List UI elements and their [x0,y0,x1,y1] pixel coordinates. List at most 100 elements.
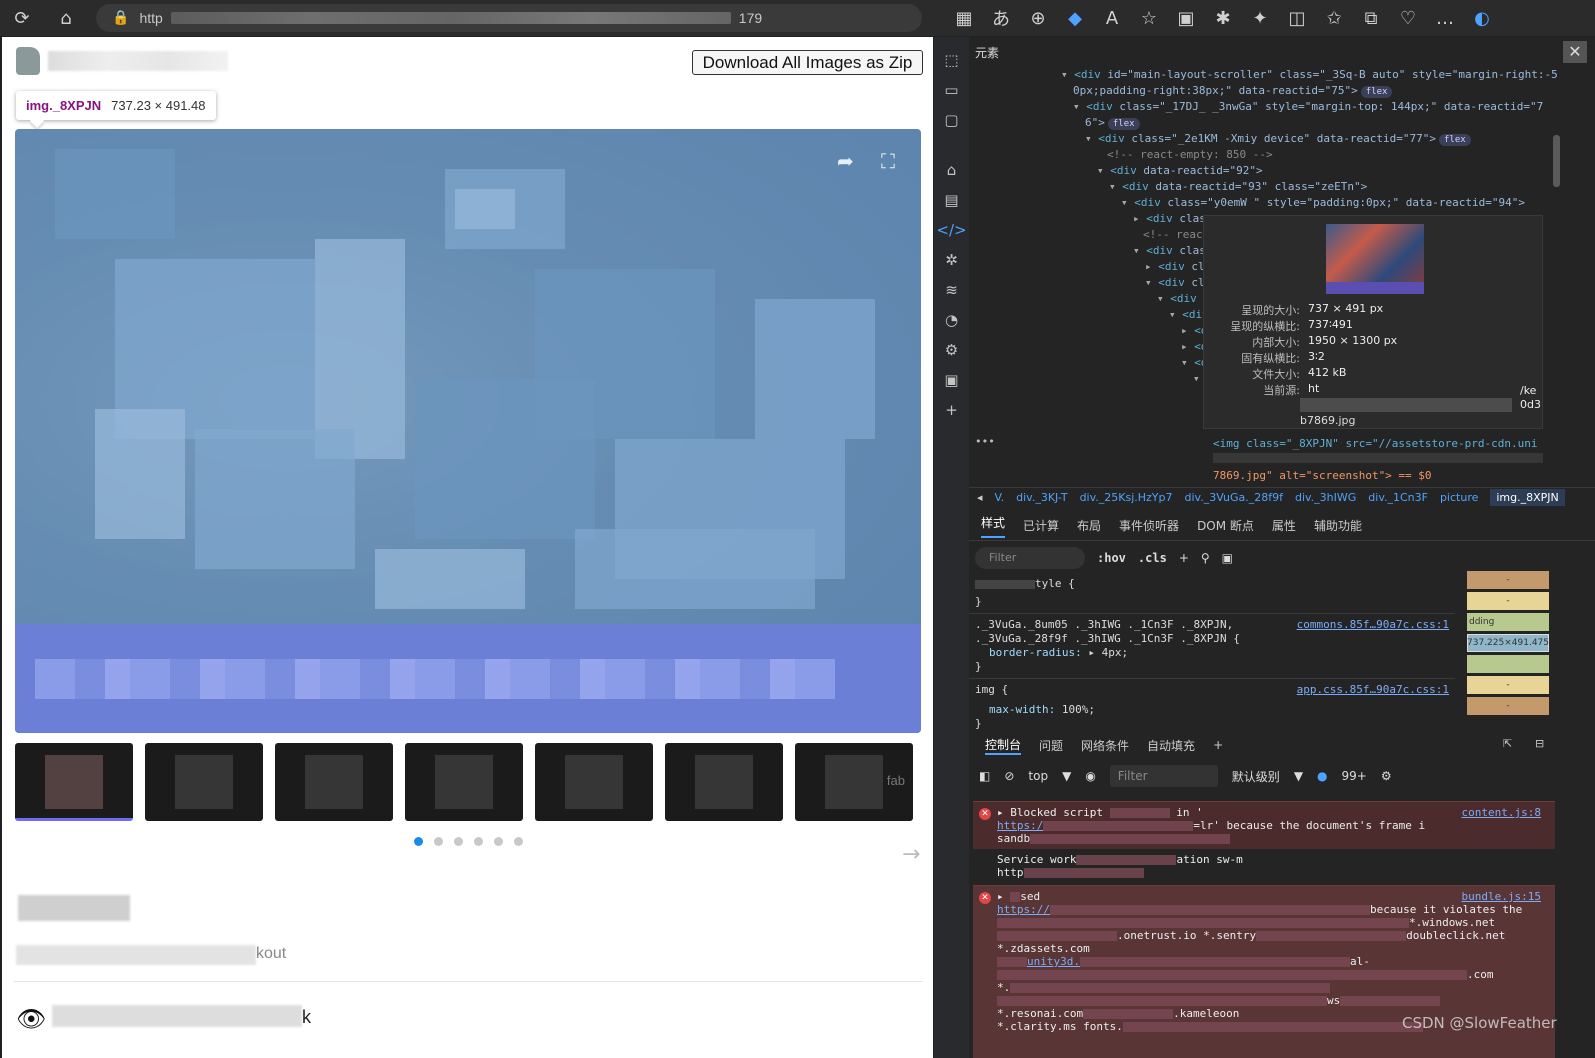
sources-bug-icon[interactable]: ✲ [945,251,958,273]
thumbnail[interactable] [15,743,133,821]
share-icon[interactable]: ➦ [837,149,854,173]
elements-icon[interactable]: </> [936,221,966,243]
thumbnail[interactable] [665,743,783,821]
clear-console-icon[interactable]: ⊘ [1004,769,1014,783]
error-link[interactable]: https:/ [997,819,1043,832]
context-select[interactable]: top [1028,769,1048,783]
refresh-icon[interactable]: ⟳ [8,4,36,32]
performance-icon[interactable]: ◔ [945,311,958,333]
download-zip-button[interactable]: Download All Images as Zip [692,50,923,75]
network-icon[interactable]: ≋ [945,281,958,303]
rule2-prop[interactable]: border-radius: [989,646,1082,659]
breadcrumb-item[interactable]: img._8XPJN [1490,489,1565,506]
carousel-dot[interactable] [494,837,503,846]
rule2-value[interactable]: ▸ 4px; [1088,646,1128,659]
close-icon[interactable]: ✕ [1563,41,1587,63]
context-dropdown-icon[interactable]: ▼ [1062,769,1071,783]
breadcrumb-item[interactable]: div._1Cn3F [1368,491,1428,504]
bug-icon[interactable]: ✱ [1209,4,1237,32]
selected-img-line[interactable]: <img class="_8XPJN" src="//assetstore-pr… [1213,437,1538,450]
cls-toggle[interactable]: .cls [1138,551,1167,565]
styles-tab[interactable]: 属性 [1272,517,1296,534]
grid-icon[interactable]: ▦ [950,4,978,32]
read-aloud-icon[interactable]: A [1098,4,1126,32]
console-error[interactable]: ✕ content.js:8 ▸ Blocked script in ' htt… [973,801,1555,849]
dom-node[interactable]: 6"> flex [969,115,1559,131]
thumbnail[interactable] [535,743,653,821]
log-level-select[interactable]: 默认级别 [1232,768,1280,785]
breadcrumb-item[interactable]: picture [1440,491,1478,504]
sidebar-icon[interactable]: ◧ [979,769,990,783]
eye-filter-icon[interactable]: ◉ [1085,769,1095,783]
thumbnail[interactable] [405,743,523,821]
dom-node[interactable]: ▾ <div data-reactid="93" class="zeETn"> [969,179,1559,195]
device-icon[interactable]: ▭ [944,81,958,103]
add-tab-icon[interactable]: + [1213,738,1223,752]
dom-node[interactable]: 0px;padding-right:38px;" data-reactid="7… [969,83,1559,99]
issues-count[interactable]: 99+ [1342,769,1367,783]
styles-tab[interactable]: 已计算 [1023,517,1059,534]
breadcrumb-item[interactable]: div._3VuGa._28f9f [1185,491,1283,504]
ellipsis-icon[interactable]: ••• [975,435,995,448]
site-logo[interactable] [16,47,40,75]
dom-node[interactable]: ▾ <div class="_17DJ_ _3nwGa" style="marg… [969,99,1559,115]
console-settings-icon[interactable]: ⚙ [1381,769,1392,783]
sidebar-toggle-icon[interactable]: ▣ [1222,551,1233,565]
main-screenshot-image[interactable]: ➦ ⛶ [15,129,921,733]
console-tab[interactable]: 自动填充 [1147,737,1195,754]
next-arrow-icon[interactable]: → [902,842,920,867]
collections-icon[interactable]: ⧉ [1357,4,1385,32]
carousel-dot[interactable] [514,837,523,846]
dock-icon[interactable]: ⇱ [1503,737,1512,750]
message-link[interactable]: http [997,866,1024,879]
puzzle-icon[interactable]: ✦ [1246,4,1274,32]
hov-toggle[interactable]: :hov [1097,551,1126,565]
flex-badge[interactable]: flex [1107,118,1140,130]
thumbnail[interactable] [145,743,263,821]
heart-icon[interactable]: ♡ [1394,4,1422,32]
styles-tab[interactable]: 事件侦听器 [1119,517,1179,534]
level-dropdown-icon[interactable]: ▼ [1294,769,1303,783]
address-bar[interactable]: 🔒 http 179 [96,4,922,32]
error2-source-link[interactable]: bundle.js:15 [1462,890,1541,903]
thumbnail[interactable]: fab [795,743,913,821]
rule3-prop[interactable]: max-width: [989,703,1055,716]
zoom-icon[interactable]: ⊕ [1024,4,1052,32]
breadcrumb-left-icon[interactable]: ◂ [977,491,983,504]
copilot-icon[interactable]: ◐ [1468,4,1496,32]
error-source-link[interactable]: content.js:8 [1462,806,1541,819]
carousel-dot[interactable] [474,837,483,846]
styles-tab[interactable]: DOM 断点 [1197,517,1254,534]
error2-l6[interactable]: unity3d. [1027,955,1080,968]
extension-icon[interactable]: ▣ [1172,4,1200,32]
console-filter-input[interactable]: Filter [1109,765,1218,787]
favorites-icon[interactable]: ✩ [1320,4,1348,32]
expand-icon[interactable]: ⊟ [1535,737,1544,750]
rule3-value[interactable]: 100%; [1062,703,1095,716]
application-icon[interactable]: ▣ [944,371,958,393]
tag-icon[interactable]: ◆ [1061,4,1089,32]
styles-filter-input[interactable]: Filter [975,547,1085,569]
breadcrumb-item[interactable]: div._3hIWG [1295,491,1356,504]
translate-icon[interactable]: あ [987,4,1015,32]
dom-node[interactable]: ▾ <div data-reactid="92"> [969,163,1559,179]
rule3-source-link[interactable]: app.css.85f…90a7c.css:1 [1297,683,1449,696]
paint-icon[interactable]: ⚲ [1201,551,1210,565]
dom-node[interactable]: <!-- react-empty: 850 --> [969,147,1559,163]
breadcrumb-item[interactable]: div._25Ksj.HzYp7 [1080,491,1173,504]
rule2-source-link[interactable]: commons.85f…90a7c.css:1 [1297,618,1449,631]
window-icon[interactable]: ▢ [944,111,958,133]
console-error-csp[interactable]: ✕ bundle.js:15 ▸ sed https://because it … [973,885,1555,1058]
dom-node[interactable]: ▾ <div class="y0emW " style="padding:0px… [969,195,1559,211]
welcome-home-icon[interactable]: ⌂ [947,161,957,183]
thumbnail[interactable] [275,743,393,821]
styles-tab[interactable]: 布局 [1077,517,1101,534]
split-icon[interactable]: ◫ [1283,4,1311,32]
breadcrumb-item[interactable]: V. [995,491,1005,504]
carousel-dot[interactable] [434,837,443,846]
console-tab[interactable]: 问题 [1039,737,1063,754]
console-tab[interactable]: 网络条件 [1081,737,1129,754]
error2-link[interactable]: https:// [997,903,1050,916]
console-tab[interactable]: 控制台 [985,736,1022,755]
add-rule-icon[interactable]: + [1179,551,1189,565]
